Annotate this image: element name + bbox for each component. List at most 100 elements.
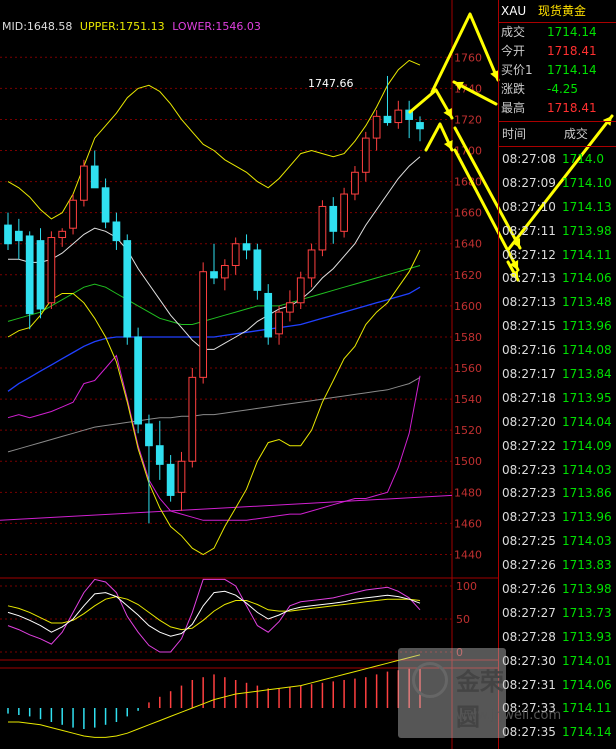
- candle-body: [90, 165, 99, 189]
- tick-row[interactable]: 08:27:17 1713.84: [499, 362, 616, 386]
- candle-body: [231, 243, 240, 266]
- tick-row[interactable]: 08:27:23 1714.03: [499, 458, 616, 482]
- tick-row[interactable]: 08:27:12 1714.11: [499, 243, 616, 267]
- tick-row[interactable]: 08:27:13 1714.06: [499, 266, 616, 290]
- candle-body: [394, 109, 403, 124]
- tick-time: 08:27:15: [502, 319, 556, 334]
- tick-price: 1714.11: [562, 701, 612, 716]
- tick-time: 08:27:18: [502, 390, 556, 405]
- price-tick-label: 1440: [454, 548, 482, 561]
- tick-price: 1713.93: [562, 629, 612, 644]
- tick-time: 08:27:22: [502, 438, 556, 453]
- tick-row[interactable]: 08:27:09 1714.10: [499, 171, 616, 195]
- candle-body: [242, 243, 251, 251]
- bollinger-upper-line: [7, 59, 421, 220]
- candle-body: [383, 115, 392, 124]
- tick-price: 1713.83: [562, 558, 612, 573]
- tick-row[interactable]: 08:27:18 1713.95: [499, 386, 616, 410]
- tick-row[interactable]: 08:27:16 1714.08: [499, 338, 616, 362]
- candle-body: [14, 230, 23, 242]
- tick-row[interactable]: 08:27:31 1714.06: [499, 673, 616, 697]
- tick-price: 1714.0: [562, 152, 604, 166]
- kdj-tick-label: 50: [456, 613, 470, 626]
- candle-body: [372, 115, 381, 139]
- quote-row-label: 买价1: [501, 63, 533, 77]
- tick-time: 08:27:16: [502, 343, 556, 358]
- price-tick-label: 1580: [454, 331, 482, 344]
- tick-time: 08:27:11: [502, 223, 556, 238]
- tick-price: 1714.10: [562, 175, 612, 190]
- tick-time: 08:27:27: [502, 605, 556, 620]
- tick-row[interactable]: 08:27:20 1714.04: [499, 410, 616, 434]
- tick-time: 08:27:23: [502, 510, 556, 525]
- price-tick-label: 1660: [454, 207, 482, 220]
- price-tick-label: 1560: [454, 362, 482, 375]
- tick-time: 08:27:23: [502, 486, 556, 501]
- candle-body: [155, 445, 164, 465]
- candle-body: [199, 271, 208, 378]
- tick-time: 08:27:13: [502, 271, 556, 286]
- tick-price: 1713.98: [562, 582, 612, 597]
- tick-time: 08:27:35: [502, 725, 556, 740]
- tick-time: 08:27:31: [502, 677, 556, 692]
- tick-row[interactable]: 08:27:13 1713.48: [499, 290, 616, 314]
- candle-body: [134, 336, 142, 425]
- tick-time: 08:27:20: [502, 414, 556, 429]
- tick-row[interactable]: 08:27:27 1713.73: [499, 601, 616, 625]
- tick-time: 08:27:09: [502, 175, 556, 190]
- tick-row[interactable]: 08:27:28 1713.93: [499, 625, 616, 649]
- candle-body: [69, 199, 77, 229]
- tick-row[interactable]: 08:27:23 1713.86: [499, 481, 616, 505]
- tick-time: 08:27:17: [502, 367, 556, 382]
- bollinger-legend: MID:1648.58 UPPER:1751.13 LOWER:1546.03: [2, 20, 261, 33]
- kdj-j-line: [7, 578, 421, 653]
- quote-summary: 成交 1714.14 今开 1718.41 买价1 1714.14 涨跌 -4.25 最高 171…: [499, 23, 616, 118]
- price-tick-label: 1720: [454, 113, 482, 126]
- tick-price: 1713.73: [562, 605, 612, 620]
- tick-row[interactable]: 08:27:08 1714.0: [499, 147, 616, 171]
- tick-row[interactable]: 08:27:11 1713.98: [499, 219, 616, 243]
- bollinger-lower-label: LOWER:1546.03: [172, 20, 261, 33]
- candle-body: [275, 311, 283, 335]
- candle-body: [58, 230, 67, 239]
- tick-price: 1714.14: [562, 725, 612, 740]
- tick-row[interactable]: 08:27:25 1714.03: [499, 529, 616, 553]
- candle-body: [47, 237, 56, 304]
- quote-row-value: 1718.41: [547, 101, 597, 115]
- tick-price: 1714.04: [562, 414, 612, 429]
- tick-price: 1713.98: [562, 223, 612, 238]
- high-annotation: 1747.66: [308, 77, 354, 90]
- tick-row[interactable]: 08:27:15 1713.96: [499, 314, 616, 338]
- quote-row: 成交 1714.14: [499, 23, 616, 42]
- price-tick-label: 1540: [454, 393, 482, 406]
- candle-body: [80, 165, 88, 201]
- candle-body: [340, 193, 348, 232]
- tick-row[interactable]: 08:27:35 1714.14: [499, 720, 616, 744]
- tick-price: 1713.96: [562, 319, 612, 334]
- tick-row[interactable]: 08:27:23 1713.96: [499, 505, 616, 529]
- magenta-line: [7, 354, 421, 521]
- tick-row[interactable]: 08:27:26 1713.98: [499, 577, 616, 601]
- tick-list[interactable]: 08:27:08 1714.0 08:27:09 1714.10 08:27:10 171…: [499, 147, 616, 744]
- tick-price: 1714.11: [562, 247, 612, 262]
- tick-row[interactable]: 08:27:22 1714.09: [499, 434, 616, 458]
- candle-body: [123, 240, 132, 338]
- symbol-label: XAU: [501, 4, 527, 18]
- quote-row-value: 1718.41: [547, 44, 597, 58]
- candle-body: [112, 221, 121, 242]
- candle-body: [416, 122, 424, 130]
- tick-row[interactable]: 08:27:10 1714.13: [499, 195, 616, 219]
- tick-row[interactable]: 08:27:26 1713.83: [499, 553, 616, 577]
- ma-gray-line: [7, 376, 421, 453]
- quote-row-label: 涨跌: [501, 82, 526, 96]
- price-tick-label: 1620: [454, 269, 482, 282]
- tick-time: 08:27:30: [502, 653, 556, 668]
- candle-body: [101, 187, 110, 223]
- candle-body: [177, 460, 186, 493]
- kdj-k-line: [7, 590, 421, 637]
- ticks-header: 时间 成交: [499, 121, 616, 147]
- tick-row[interactable]: 08:27:30 1714.01: [499, 649, 616, 673]
- tick-price: 1714.06: [562, 677, 612, 692]
- quote-row-label: 成交: [501, 25, 526, 39]
- tick-price: 1714.03: [562, 534, 612, 549]
